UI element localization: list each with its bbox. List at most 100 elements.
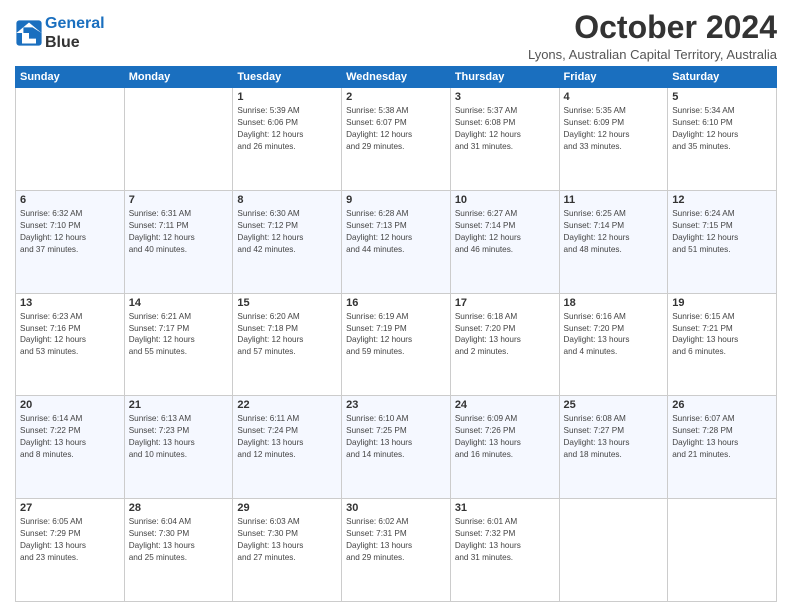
calendar-cell: [16, 88, 125, 191]
day-info: Sunrise: 5:35 AM Sunset: 6:09 PM Dayligh…: [564, 105, 664, 153]
calendar-week-row: 13 Sunrise: 6:23 AM Sunset: 7:16 PM Dayli…: [16, 293, 777, 396]
calendar-cell: 2 Sunrise: 5:38 AM Sunset: 6:07 PM Daylig…: [342, 88, 451, 191]
day-info: Sunrise: 6:07 AM Sunset: 7:28 PM Dayligh…: [672, 413, 772, 461]
day-info: Sunrise: 6:31 AM Sunset: 7:11 PM Dayligh…: [129, 208, 229, 256]
day-number: 7: [129, 194, 229, 206]
calendar-cell: 21 Sunrise: 6:13 AM Sunset: 7:23 PM Dayli…: [124, 396, 233, 499]
day-info: Sunrise: 6:13 AM Sunset: 7:23 PM Dayligh…: [129, 413, 229, 461]
day-info: Sunrise: 6:02 AM Sunset: 7:31 PM Dayligh…: [346, 516, 446, 564]
day-number: 11: [564, 194, 664, 206]
day-number: 6: [20, 194, 120, 206]
calendar-cell: 3Sunrise: 5:37 AM Sunset: 6:08 PM Daylig…: [450, 88, 559, 191]
calendar-week-row: 20 Sunrise: 6:14 AM Sunset: 7:22 PM Dayli…: [16, 396, 777, 499]
day-info: Sunrise: 6:15 AM Sunset: 7:21 PM Dayligh…: [672, 311, 772, 359]
logo: General Blue: [15, 14, 105, 52]
header: General Blue October 2024 Lyons, Austral…: [15, 10, 777, 62]
day-number: 24: [455, 399, 555, 411]
day-number: 5: [672, 91, 772, 103]
day-info: Sunrise: 6:16 AM Sunset: 7:20 PM Dayligh…: [564, 311, 664, 359]
day-number: 21: [129, 399, 229, 411]
calendar-day-header: Monday: [124, 67, 233, 88]
day-info: Sunrise: 6:08 AM Sunset: 7:27 PM Dayligh…: [564, 413, 664, 461]
day-number: 15: [237, 297, 337, 309]
day-number: 9: [346, 194, 446, 206]
logo-text: General Blue: [45, 14, 105, 52]
calendar-cell: 28 Sunrise: 6:04 AM Sunset: 7:30 PM Dayli…: [124, 499, 233, 602]
day-number: 20: [20, 399, 120, 411]
day-number: 30: [346, 502, 446, 514]
day-number: 13: [20, 297, 120, 309]
day-info: Sunrise: 6:10 AM Sunset: 7:25 PM Dayligh…: [346, 413, 446, 461]
day-info: Sunrise: 6:27 AM Sunset: 7:14 PM Dayligh…: [455, 208, 555, 256]
calendar-cell: 8 Sunrise: 6:30 AM Sunset: 7:12 PM Daylig…: [233, 190, 342, 293]
calendar-cell: 17 Sunrise: 6:18 AM Sunset: 7:20 PM Dayli…: [450, 293, 559, 396]
day-number: 16: [346, 297, 446, 309]
calendar-cell: 25 Sunrise: 6:08 AM Sunset: 7:27 PM Dayli…: [559, 396, 668, 499]
calendar-week-row: 6 Sunrise: 6:32 AM Sunset: 7:10 PM Daylig…: [16, 190, 777, 293]
calendar-cell: 23 Sunrise: 6:10 AM Sunset: 7:25 PM Dayli…: [342, 396, 451, 499]
day-number: 28: [129, 502, 229, 514]
calendar-week-row: 27 Sunrise: 6:05 AM Sunset: 7:29 PM Dayli…: [16, 499, 777, 602]
calendar-cell: 10 Sunrise: 6:27 AM Sunset: 7:14 PM Dayli…: [450, 190, 559, 293]
day-number: 10: [455, 194, 555, 206]
calendar-cell: [124, 88, 233, 191]
calendar-day-header: Friday: [559, 67, 668, 88]
day-number: 22: [237, 399, 337, 411]
day-number: 4: [564, 91, 664, 103]
location-title: Lyons, Australian Capital Territory, Aus…: [528, 47, 777, 62]
day-info: Sunrise: 6:30 AM Sunset: 7:12 PM Dayligh…: [237, 208, 337, 256]
day-number: 14: [129, 297, 229, 309]
day-number: 26: [672, 399, 772, 411]
calendar-cell: 1Sunrise: 5:39 AM Sunset: 6:06 PM Daylig…: [233, 88, 342, 191]
calendar-cell: 5Sunrise: 5:34 AM Sunset: 6:10 PM Daylig…: [668, 88, 777, 191]
day-info: Sunrise: 5:39 AM Sunset: 6:06 PM Dayligh…: [237, 105, 337, 153]
day-info: Sunrise: 6:14 AM Sunset: 7:22 PM Dayligh…: [20, 413, 120, 461]
calendar-cell: 31 Sunrise: 6:01 AM Sunset: 7:32 PM Dayli…: [450, 499, 559, 602]
day-info: Sunrise: 6:28 AM Sunset: 7:13 PM Dayligh…: [346, 208, 446, 256]
calendar-day-header: Wednesday: [342, 67, 451, 88]
day-number: 23: [346, 399, 446, 411]
calendar-cell: 18Sunrise: 6:16 AM Sunset: 7:20 PM Dayli…: [559, 293, 668, 396]
day-info: Sunrise: 5:38 AM Sunset: 6:07 PM Dayligh…: [346, 105, 446, 153]
calendar-cell: 16 Sunrise: 6:19 AM Sunset: 7:19 PM Dayli…: [342, 293, 451, 396]
day-number: 8: [237, 194, 337, 206]
day-info: Sunrise: 6:20 AM Sunset: 7:18 PM Dayligh…: [237, 311, 337, 359]
calendar-cell: 11Sunrise: 6:25 AM Sunset: 7:14 PM Dayli…: [559, 190, 668, 293]
day-number: 29: [237, 502, 337, 514]
calendar-cell: 30 Sunrise: 6:02 AM Sunset: 7:31 PM Dayli…: [342, 499, 451, 602]
calendar-cell: 7 Sunrise: 6:31 AM Sunset: 7:11 PM Daylig…: [124, 190, 233, 293]
calendar-cell: [668, 499, 777, 602]
day-info: Sunrise: 6:18 AM Sunset: 7:20 PM Dayligh…: [455, 311, 555, 359]
calendar-day-header: Saturday: [668, 67, 777, 88]
day-number: 31: [455, 502, 555, 514]
day-info: Sunrise: 6:19 AM Sunset: 7:19 PM Dayligh…: [346, 311, 446, 359]
day-info: Sunrise: 6:01 AM Sunset: 7:32 PM Dayligh…: [455, 516, 555, 564]
day-info: Sunrise: 5:37 AM Sunset: 6:08 PM Dayligh…: [455, 105, 555, 153]
day-number: 27: [20, 502, 120, 514]
day-number: 25: [564, 399, 664, 411]
day-info: Sunrise: 6:05 AM Sunset: 7:29 PM Dayligh…: [20, 516, 120, 564]
day-info: Sunrise: 6:32 AM Sunset: 7:10 PM Dayligh…: [20, 208, 120, 256]
day-number: 12: [672, 194, 772, 206]
day-info: Sunrise: 6:23 AM Sunset: 7:16 PM Dayligh…: [20, 311, 120, 359]
day-info: Sunrise: 6:03 AM Sunset: 7:30 PM Dayligh…: [237, 516, 337, 564]
calendar-cell: 6 Sunrise: 6:32 AM Sunset: 7:10 PM Daylig…: [16, 190, 125, 293]
calendar-day-header: Sunday: [16, 67, 125, 88]
day-info: Sunrise: 6:09 AM Sunset: 7:26 PM Dayligh…: [455, 413, 555, 461]
day-info: Sunrise: 6:11 AM Sunset: 7:24 PM Dayligh…: [237, 413, 337, 461]
calendar-cell: 9 Sunrise: 6:28 AM Sunset: 7:13 PM Daylig…: [342, 190, 451, 293]
calendar-cell: 20 Sunrise: 6:14 AM Sunset: 7:22 PM Dayli…: [16, 396, 125, 499]
day-info: Sunrise: 6:04 AM Sunset: 7:30 PM Dayligh…: [129, 516, 229, 564]
calendar-cell: 14 Sunrise: 6:21 AM Sunset: 7:17 PM Dayli…: [124, 293, 233, 396]
calendar-cell: 22 Sunrise: 6:11 AM Sunset: 7:24 PM Dayli…: [233, 396, 342, 499]
day-number: 17: [455, 297, 555, 309]
calendar-cell: 15 Sunrise: 6:20 AM Sunset: 7:18 PM Dayli…: [233, 293, 342, 396]
calendar-cell: 24 Sunrise: 6:09 AM Sunset: 7:26 PM Dayli…: [450, 396, 559, 499]
day-number: 2: [346, 91, 446, 103]
calendar-cell: 26 Sunrise: 6:07 AM Sunset: 7:28 PM Dayli…: [668, 396, 777, 499]
calendar-cell: 27 Sunrise: 6:05 AM Sunset: 7:29 PM Dayli…: [16, 499, 125, 602]
calendar-week-row: 1Sunrise: 5:39 AM Sunset: 6:06 PM Daylig…: [16, 88, 777, 191]
day-info: Sunrise: 6:21 AM Sunset: 7:17 PM Dayligh…: [129, 311, 229, 359]
logo-icon: [15, 19, 43, 47]
day-number: 19: [672, 297, 772, 309]
